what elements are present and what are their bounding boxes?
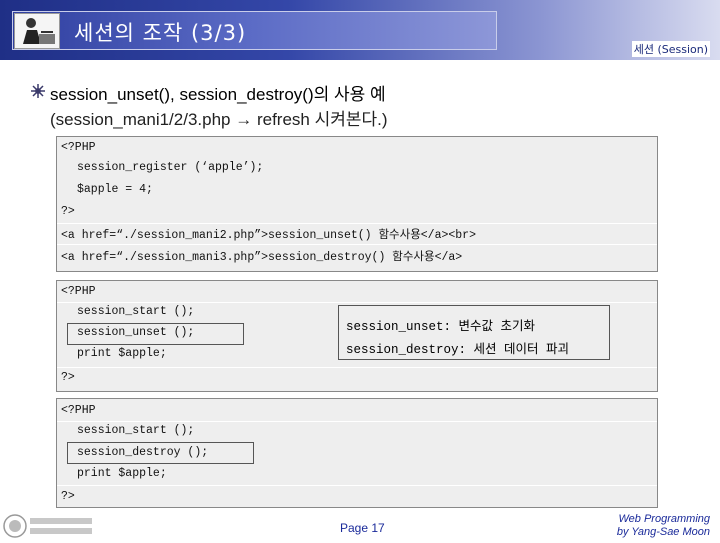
code-line-highlighted: session_destroy ();	[77, 446, 209, 459]
heading-line-1: session_unset(), session_destroy()의 사용 예	[50, 85, 386, 104]
section-tag: 세션 (Session)	[631, 41, 710, 57]
code-line: session_start ();	[77, 305, 195, 318]
code-block-3: <?PHP session_start (); session_destroy …	[56, 398, 658, 508]
code-line: ?>	[61, 490, 75, 503]
code-line: print $apple;	[77, 347, 167, 360]
credit-line-1: Web Programming	[618, 513, 711, 525]
page-title: 세션의 조작 (3/3)	[74, 21, 247, 45]
page-number: Page 17	[340, 521, 385, 535]
code-line: session_register (‘apple’);	[77, 161, 264, 174]
code-line: ?>	[61, 205, 75, 218]
code-line-highlighted: session_unset ();	[77, 326, 195, 339]
university-logo-icon	[2, 513, 98, 539]
heading-line-2: (session_mani1/2/3.php → refresh 시켜본다.)	[50, 110, 388, 129]
footer-credit: Web Programming by Yang-Sae Moon	[617, 513, 710, 539]
code-line: <?PHP	[61, 404, 96, 417]
code-line: $apple = 4;	[77, 183, 153, 196]
credit-line-2: by Yang-Sae Moon	[616, 526, 710, 538]
code-line: <a href=“./session_mani2.php”>session_un…	[61, 229, 476, 242]
bullet-icon	[31, 84, 45, 98]
code-line: session_start ();	[77, 424, 195, 437]
code-line: ?>	[61, 371, 75, 384]
code-line: <?PHP	[61, 141, 96, 154]
side-note-line-2: session_destroy: 세션 데이터 파괴	[346, 343, 570, 357]
presenter-logo-icon	[14, 13, 60, 49]
code-line: <?PHP	[61, 285, 96, 298]
code-block-1: <?PHP session_register (‘apple’); $apple…	[56, 136, 658, 272]
side-note: session_unset: 변수값 초기화 session_destroy: …	[338, 305, 610, 360]
code-line: <a href=“./session_mani3.php”>session_de…	[61, 251, 463, 264]
code-line: print $apple;	[77, 467, 167, 480]
side-note-line-1: session_unset: 변수값 초기화	[346, 320, 536, 334]
